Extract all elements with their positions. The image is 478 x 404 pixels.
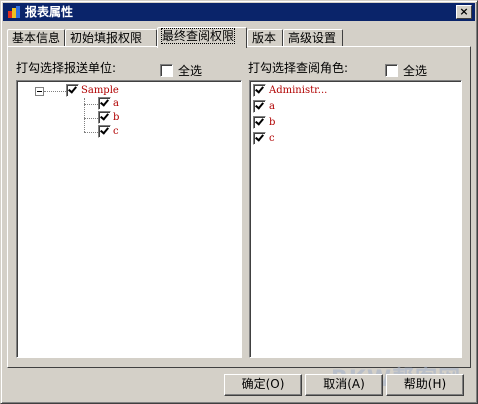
tab-initial-permission[interactable]: 初始填报权限 xyxy=(65,29,157,47)
dialog-window: 报表属性 × 基本信息 初始填报权限 最终查阅权限 版本 高级设置 打勾选择报送… xyxy=(0,0,478,404)
units-tree[interactable]: Sample a b c xyxy=(16,80,242,358)
roles-select-all-checkbox[interactable] xyxy=(385,64,398,77)
tree-child-checkbox-b[interactable] xyxy=(98,111,111,124)
tab-version[interactable]: 版本 xyxy=(247,29,283,47)
help-button[interactable]: 帮助(H) xyxy=(386,374,464,396)
tree-child-checkbox-a[interactable] xyxy=(98,97,111,110)
role-checkbox-b[interactable] xyxy=(253,116,266,129)
tree-root-checkbox[interactable] xyxy=(66,84,79,97)
window-title: 报表属性 xyxy=(25,5,74,19)
tree-connector xyxy=(84,118,98,119)
tree-child-checkbox-c[interactable] xyxy=(98,125,111,138)
app-icon xyxy=(8,6,20,18)
role-label-c[interactable]: c xyxy=(269,133,275,145)
role-label-b[interactable]: b xyxy=(269,117,275,129)
units-select-all-checkbox[interactable] xyxy=(160,64,173,77)
title-bar[interactable]: 报表属性 × xyxy=(3,3,475,21)
tree-child-label-b[interactable]: b xyxy=(113,112,119,124)
collapse-icon[interactable] xyxy=(35,87,44,96)
cancel-button[interactable]: 取消(A) xyxy=(305,374,383,396)
roles-label: 打勾选择查阅角色: xyxy=(248,61,349,75)
tree-child-label-a[interactable]: a xyxy=(113,98,119,110)
tab-advanced-settings[interactable]: 高级设置 xyxy=(283,29,343,47)
units-select-all-label[interactable]: 全选 xyxy=(178,62,202,79)
tree-root-label[interactable]: Sample xyxy=(81,85,119,97)
roles-select-all-label[interactable]: 全选 xyxy=(403,62,427,79)
tab-final-view-permission[interactable]: 最终查阅权限 xyxy=(157,27,247,48)
role-checkbox-a[interactable] xyxy=(253,100,266,113)
role-label-administrator[interactable]: Administr... xyxy=(269,85,327,97)
ok-button[interactable]: 确定(O) xyxy=(224,374,302,396)
tab-panel: 打勾选择报送单位: 全选 Sample a b c 打勾选择查阅角色: 全选 A… xyxy=(7,46,471,368)
tree-connector xyxy=(84,132,98,133)
role-checkbox-c[interactable] xyxy=(253,132,266,145)
tree-connector xyxy=(84,104,98,105)
tree-connector xyxy=(44,91,66,92)
role-label-a[interactable]: a xyxy=(269,101,275,113)
tab-basic-info[interactable]: 基本信息 xyxy=(7,29,65,47)
roles-list[interactable]: Administr... a b c xyxy=(249,80,462,358)
role-checkbox-administrator[interactable] xyxy=(253,84,266,97)
units-label: 打勾选择报送单位: xyxy=(16,61,117,75)
close-button[interactable]: × xyxy=(456,5,472,19)
tree-child-label-c[interactable]: c xyxy=(113,126,119,138)
